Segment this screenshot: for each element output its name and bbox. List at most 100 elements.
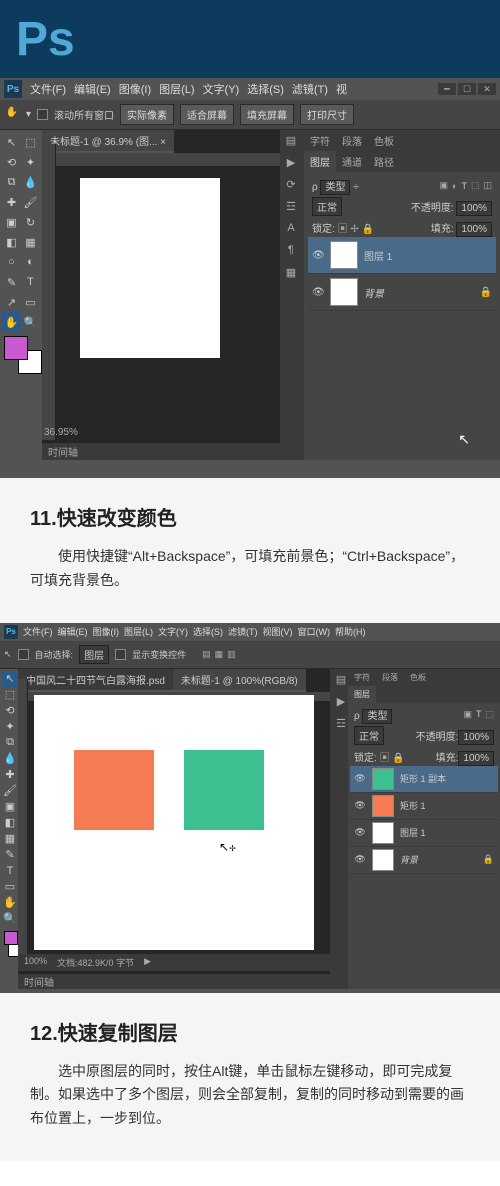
opacity-value[interactable]: 100% — [456, 201, 492, 216]
fill-value[interactable]: 100% — [458, 751, 494, 766]
menu-image[interactable]: 图像(I) — [93, 625, 120, 638]
dropdown-icon[interactable]: ▾ — [26, 109, 31, 120]
layer-row[interactable]: 👁 矩形 1 副本 — [350, 766, 498, 793]
lock-pixels-icon[interactable]: ▣ — [338, 224, 348, 235]
menu-select[interactable]: 选择(S) — [193, 625, 223, 638]
tab-paths[interactable]: 路径 — [368, 151, 400, 172]
tab-layers[interactable]: 图层 — [304, 151, 336, 172]
path-tool[interactable]: ↗ — [2, 292, 21, 312]
canvas[interactable] — [80, 178, 220, 358]
tab-character[interactable]: 字符 — [348, 669, 376, 686]
filter-icon[interactable]: ◐ — [452, 181, 457, 191]
visibility-icon[interactable]: 👁 — [354, 800, 366, 811]
menu-type[interactable]: 文字(Y) — [158, 625, 188, 638]
move-tool[interactable]: ↖ — [2, 671, 18, 687]
eyedropper-tool[interactable]: 💧 — [21, 172, 40, 192]
zoom-tool[interactable]: 🔍 — [21, 312, 40, 332]
layer-thumbnail[interactable] — [372, 849, 394, 871]
tab-swatches[interactable]: 色板 — [404, 669, 432, 686]
strip-icon[interactable]: ⟳ — [282, 178, 300, 196]
tab-character[interactable]: 字符 — [304, 130, 336, 151]
menu-help[interactable]: 帮助(H) — [335, 625, 366, 638]
menu-layer[interactable]: 图层(L) — [159, 81, 194, 97]
strip-icon[interactable]: ¶ — [282, 244, 300, 262]
tab-paragraph[interactable]: 段落 — [336, 130, 368, 151]
filter-icon[interactable]: ⬚ — [485, 709, 494, 720]
pen-tool[interactable]: ✎ — [2, 272, 21, 292]
layer-row[interactable]: 👁 背景 🔒 — [308, 274, 496, 311]
timeline-panel[interactable]: 时间轴 — [18, 973, 330, 989]
menu-layer[interactable]: 图层(L) — [124, 625, 153, 638]
layer-thumbnail[interactable] — [372, 822, 394, 844]
tab-channels[interactable]: 通道 — [336, 151, 368, 172]
menu-file[interactable]: 文件(F) — [30, 81, 66, 97]
menu-type[interactable]: 文字(Y) — [203, 81, 240, 97]
layer-name[interactable]: 背景 — [364, 285, 384, 300]
auto-select-target[interactable]: 图层 — [79, 645, 109, 664]
filter-icon[interactable]: ◫ — [483, 180, 492, 191]
orange-rectangle[interactable] — [74, 750, 154, 830]
foreground-color[interactable] — [4, 336, 28, 360]
menu-edit[interactable]: 编辑(E) — [58, 625, 88, 638]
layer-name[interactable]: 图层 1 — [364, 248, 392, 263]
scroll-all-checkbox[interactable] — [37, 109, 48, 120]
menu-view[interactable]: 视图(V) — [263, 625, 293, 638]
hand-tool[interactable]: ✋ — [2, 895, 18, 911]
dodge-tool[interactable]: ◐ — [21, 252, 40, 272]
history-brush-tool[interactable]: ↻ — [21, 212, 40, 232]
menu-view[interactable]: 视 — [336, 81, 347, 97]
move-tool[interactable]: ↖ — [2, 132, 21, 152]
hand-tool[interactable]: ✋ — [2, 312, 21, 332]
gradient-tool[interactable]: ▦ — [2, 831, 18, 847]
brush-tool[interactable]: 🖌 — [2, 783, 18, 799]
eraser-tool[interactable]: ◧ — [2, 815, 18, 831]
eyedropper-tool[interactable]: 💧 — [2, 751, 18, 767]
app-icon[interactable]: Ps — [4, 625, 18, 639]
fill-screen-button[interactable]: 填充屏幕 — [240, 104, 294, 125]
visibility-icon[interactable]: 👁 — [354, 773, 366, 784]
shape-tool[interactable]: ▭ — [2, 879, 18, 895]
wand-tool[interactable]: ✦ — [2, 719, 18, 735]
marquee-tool[interactable]: ⬚ — [2, 687, 18, 703]
type-tool[interactable]: T — [2, 863, 18, 879]
stamp-tool[interactable]: ▣ — [2, 799, 18, 815]
filter-type[interactable]: 类型 — [362, 709, 392, 724]
lock-icon[interactable]: ▣ — [380, 753, 390, 764]
canvas[interactable]: ↖✢ — [34, 695, 314, 950]
minimize-button[interactable]: ━ — [438, 83, 456, 95]
blend-mode[interactable]: 正常 — [354, 726, 384, 745]
blend-mode[interactable]: 正常 — [312, 197, 342, 216]
layer-row[interactable]: 👁 背景 🔒 — [350, 847, 498, 874]
document-tab[interactable]: 中国风二十四节气白露海报.psd — [18, 669, 173, 692]
strip-icon[interactable]: ☲ — [282, 200, 300, 218]
layer-name[interactable]: 背景 — [400, 853, 418, 866]
layer-thumbnail[interactable] — [330, 241, 358, 269]
opacity-value[interactable]: 100% — [458, 730, 494, 745]
layer-thumbnail[interactable] — [330, 278, 358, 306]
gradient-tool[interactable]: ▦ — [21, 232, 40, 252]
blur-tool[interactable]: ○ — [2, 252, 21, 272]
zoom-tool[interactable]: 🔍 — [2, 911, 18, 927]
filter-icon[interactable]: ▣ — [440, 180, 449, 191]
crop-tool[interactable]: ⧉ — [2, 735, 18, 751]
shape-tool[interactable]: ▭ — [21, 292, 40, 312]
green-rectangle[interactable] — [184, 750, 264, 830]
app-icon[interactable]: Ps — [4, 80, 22, 98]
menu-file[interactable]: 文件(F) — [23, 625, 53, 638]
filter-icon[interactable]: ▣ — [463, 709, 472, 720]
menu-filter[interactable]: 滤镜(T) — [228, 625, 258, 638]
visibility-icon[interactable]: 👁 — [354, 854, 366, 865]
fit-screen-button[interactable]: 适合屏幕 — [180, 104, 234, 125]
visibility-icon[interactable]: 👁 — [354, 827, 366, 838]
strip-icon[interactable]: ▤ — [282, 134, 300, 152]
stamp-tool[interactable]: ▣ — [2, 212, 21, 232]
visibility-icon[interactable]: 👁 — [312, 287, 324, 298]
filter-type[interactable]: 类型 — [320, 180, 350, 195]
lock-position-icon[interactable]: ✢ — [350, 224, 358, 235]
foreground-background-colors[interactable] — [4, 336, 42, 374]
heal-tool[interactable]: ✚ — [2, 192, 21, 212]
layer-name[interactable]: 图层 1 — [400, 826, 426, 839]
tab-layers[interactable]: 图层 — [348, 686, 376, 703]
auto-select-checkbox[interactable] — [18, 649, 29, 660]
strip-icon[interactable]: ▶ — [282, 156, 300, 174]
